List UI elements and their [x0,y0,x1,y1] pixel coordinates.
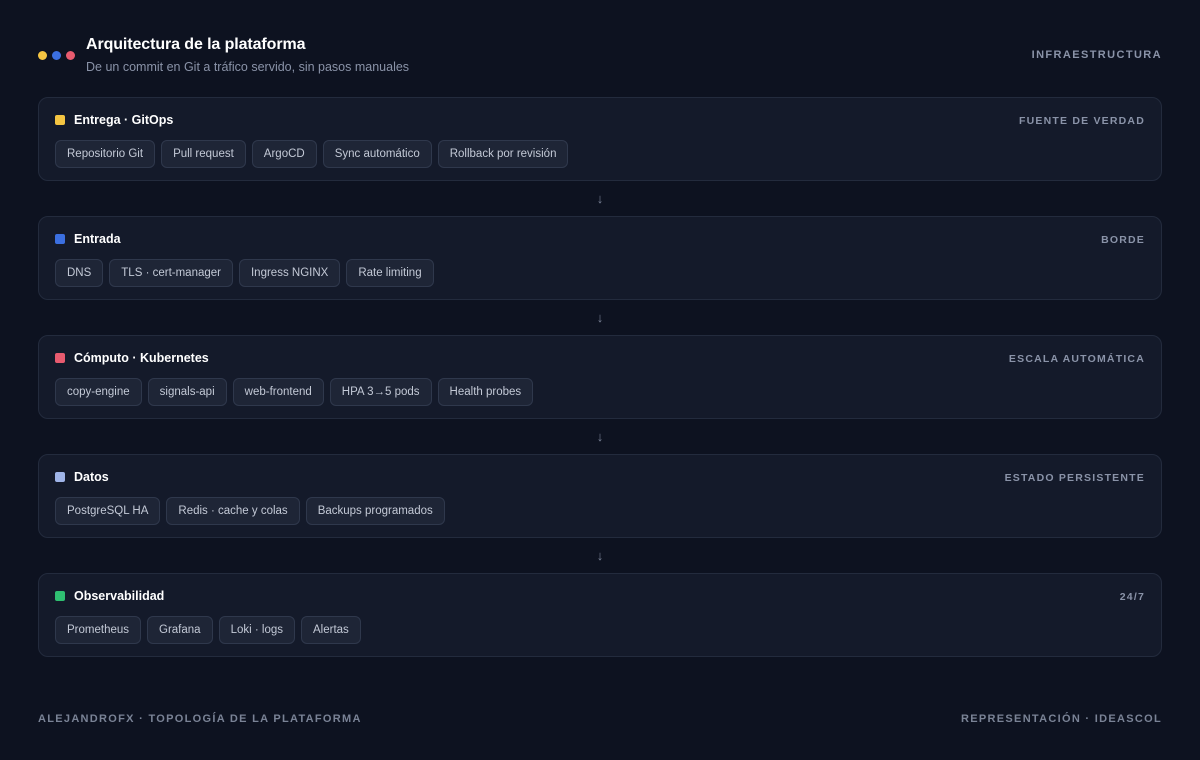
chip-list: copy-engine signals-api web-frontend HPA 3→… [55,378,534,406]
chip-list: PostgreSQL HA Redis · cache y colas Backup… [55,497,445,525]
component-chip: TLS · cert-manager [109,259,233,287]
layer-color-icon [55,472,65,482]
component-chip: Loki · logs [218,616,295,644]
layer-title: Cómputo · Kubernetes [74,351,209,365]
component-chip: HPA 3→5 pods [329,378,432,406]
chip-list: DNS TLS · cert-manager Ingress NGINX Rate l… [55,259,434,287]
component-chip: Prometheus [55,616,142,644]
blue-dot-icon [52,51,61,60]
footer-attribution: REPRESENTACIÓN · IDEASCOL [961,713,1162,725]
footer-credit: ALEJANDROFX · TOPOLOGÍA DE LA PLATAFORMA [38,713,362,725]
layer-color-icon [55,234,65,244]
component-chip: Alertas [301,616,361,644]
chip-list: Prometheus Grafana Loki · logs Alertas [55,616,361,644]
layer-title: Datos [74,470,109,484]
layer-tag: 24/7 [1119,591,1145,603]
layer-entrega-gitops: Entrega · GitOps FUENTE DE VERDAD Reposito… [38,97,1162,181]
layer-title: Observabilidad [74,589,165,603]
layer-header: Observabilidad [55,589,164,603]
component-chip: ArgoCD [251,140,317,168]
layer-computo-kubernetes: Cómputo · Kubernetes ESCALA AUTOMÁTICA cop… [38,335,1162,419]
layer-color-icon [55,115,65,125]
arrow-down-icon: ↓ [596,429,604,444]
red-dot-icon [66,51,75,60]
component-chip: web-frontend [232,378,324,406]
component-chip: Ingress NGINX [238,259,341,287]
component-chip: Health probes [437,378,534,406]
component-chip: copy-engine [55,378,142,406]
component-chip: Rate limiting [346,259,434,287]
layer-observabilidad: Observabilidad 24/7 Prometheus Grafana Loki … [38,573,1162,657]
component-chip: Repositorio Git [55,140,156,168]
layer-title: Entrega · GitOps [74,113,174,127]
component-chip: Backups programados [305,497,445,525]
layer-tag: BORDE [1101,234,1145,246]
header-tag: INFRAESTRUCTURA [1031,49,1162,61]
layer-title: Entrada [74,232,121,246]
layer-tag: ESTADO PERSISTENTE [1004,472,1145,484]
layer-header: Datos [55,470,109,484]
component-chip: Redis · cache y colas [166,497,300,525]
component-chip: signals-api [147,378,227,406]
arrow-down-icon: ↓ [596,191,604,206]
title-block: Arquitectura de la plataforma De un comm… [86,36,409,74]
layer-header: Cómputo · Kubernetes [55,351,209,365]
arrow-down-icon: ↓ [596,310,604,325]
layer-header: Entrada [55,232,121,246]
component-chip: PostgreSQL HA [55,497,161,525]
layer-entrada: Entrada BORDE DNS TLS · cert-manager Ingress… [38,216,1162,300]
component-chip: DNS [55,259,104,287]
layer-header: Entrega · GitOps [55,113,173,127]
yellow-dot-icon [38,51,47,60]
window-dots [38,51,75,60]
component-chip: Grafana [147,616,213,644]
page-subtitle: De un commit en Git a tráfico servido, s… [86,60,410,74]
component-chip: Pull request [161,140,246,168]
layer-datos: Datos ESTADO PERSISTENTE PostgreSQL HA Redi… [38,454,1162,538]
component-chip: Sync automático [322,140,432,168]
component-chip: Rollback por revisión [437,140,569,168]
layer-tag: FUENTE DE VERDAD [1019,115,1145,127]
chip-list: Repositorio Git Pull request ArgoCD Sync au… [55,140,569,168]
layer-color-icon [55,353,65,363]
arrow-down-icon: ↓ [596,548,604,563]
layer-tag: ESCALA AUTOMÁTICA [1008,353,1145,365]
layer-stack: Entrega · GitOps FUENTE DE VERDAD Reposito… [38,97,1162,657]
layer-color-icon [55,591,65,601]
page-header: Arquitectura de la plataforma De un comm… [38,36,1162,86]
page-title: Arquitectura de la plataforma [86,36,306,53]
